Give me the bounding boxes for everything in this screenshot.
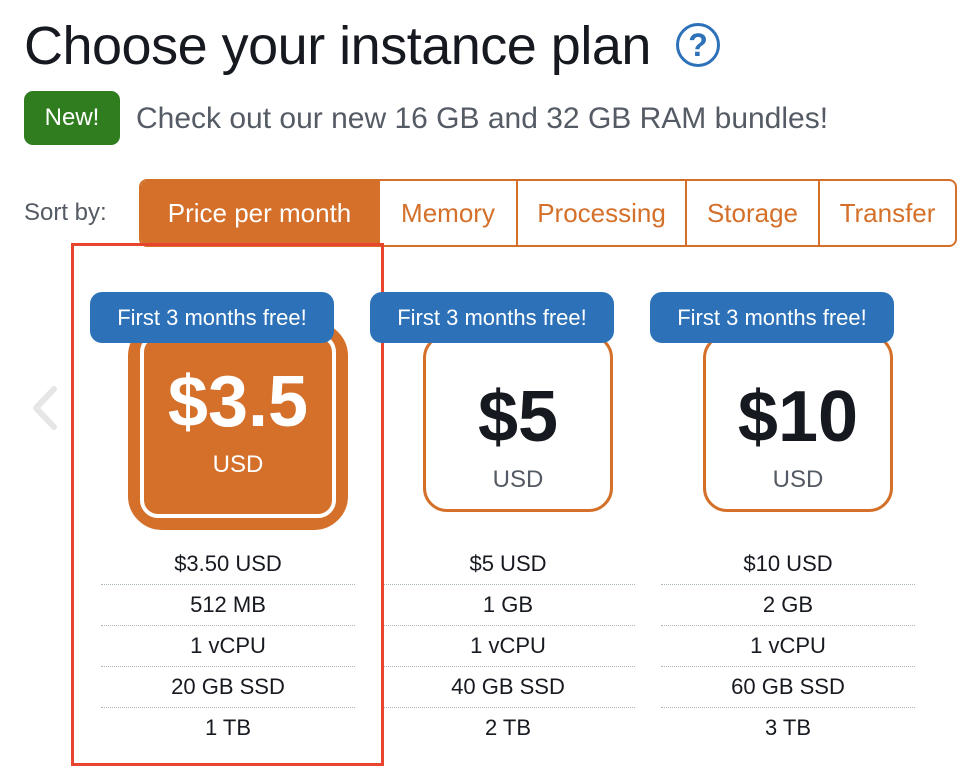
plan-card-10[interactable]: $10 USD First 3 months free! $10 USD 2 G… bbox=[650, 292, 915, 752]
help-icon[interactable]: ? bbox=[676, 23, 720, 67]
sort-tab-transfer[interactable]: Transfer bbox=[818, 181, 955, 245]
price-amount: $5 bbox=[477, 377, 559, 457]
price-currency: USD bbox=[772, 466, 824, 493]
spec-processing: 1 vCPU bbox=[381, 625, 635, 666]
plan-specs: $10 USD 2 GB 1 vCPU 60 GB SSD 3 TB bbox=[661, 544, 915, 748]
new-badge: New! bbox=[24, 91, 120, 145]
plan-specs: $3.50 USD 512 MB 1 vCPU 20 GB SSD 1 TB bbox=[101, 544, 355, 748]
spec-processing: 1 vCPU bbox=[661, 625, 915, 666]
plan-specs: $5 USD 1 GB 1 vCPU 40 GB SSD 2 TB bbox=[381, 544, 635, 748]
price-amount: $10 bbox=[737, 377, 859, 457]
free-trial-badge: First 3 months free! bbox=[90, 292, 334, 343]
spec-price: $5 USD bbox=[469, 551, 547, 576]
spec-memory: 1 GB bbox=[381, 584, 635, 625]
plan-card-5[interactable]: $5 USD First 3 months free! $5 USD 1 GB … bbox=[370, 292, 635, 752]
spec-price: $3.50 USD bbox=[174, 551, 282, 576]
spec-processing: 1 vCPU bbox=[101, 625, 355, 666]
spec-storage: 20 GB SSD bbox=[101, 666, 355, 707]
free-trial-badge: First 3 months free! bbox=[370, 292, 614, 343]
sort-by-label: Sort by: bbox=[24, 199, 107, 226]
price-box: $10 USD bbox=[703, 334, 893, 512]
sort-tab-storage[interactable]: Storage bbox=[685, 181, 818, 245]
plan-card-3-5[interactable]: $3.5 USD First 3 months free! $3.50 USD … bbox=[90, 292, 355, 752]
sort-tab-memory[interactable]: Memory bbox=[378, 181, 516, 245]
spec-transfer: 3 TB bbox=[661, 707, 915, 748]
price-currency: USD bbox=[492, 466, 544, 493]
spec-price: $10 USD bbox=[743, 551, 833, 576]
announcement-link[interactable]: Check out our new 16 GB and 32 GB RAM bu… bbox=[136, 100, 828, 138]
price-amount: $3.5 bbox=[167, 362, 309, 442]
page-title: Choose your instance plan bbox=[24, 16, 651, 76]
sort-tab-price[interactable]: Price per month bbox=[141, 181, 378, 245]
sort-tabs: Price per month Memory Processing Storag… bbox=[139, 179, 957, 247]
sort-tab-processing[interactable]: Processing bbox=[516, 181, 685, 245]
spec-storage: 40 GB SSD bbox=[381, 666, 635, 707]
spec-storage: 60 GB SSD bbox=[661, 666, 915, 707]
price-currency: USD bbox=[212, 451, 264, 478]
chevron-left-icon[interactable] bbox=[30, 385, 60, 431]
spec-memory: 2 GB bbox=[661, 584, 915, 625]
free-trial-badge: First 3 months free! bbox=[650, 292, 894, 343]
spec-memory: 512 MB bbox=[101, 584, 355, 625]
spec-transfer: 2 TB bbox=[381, 707, 635, 748]
spec-transfer: 1 TB bbox=[101, 707, 355, 748]
price-box: $5 USD bbox=[423, 334, 613, 512]
price-box: $3.5 USD bbox=[128, 322, 348, 530]
